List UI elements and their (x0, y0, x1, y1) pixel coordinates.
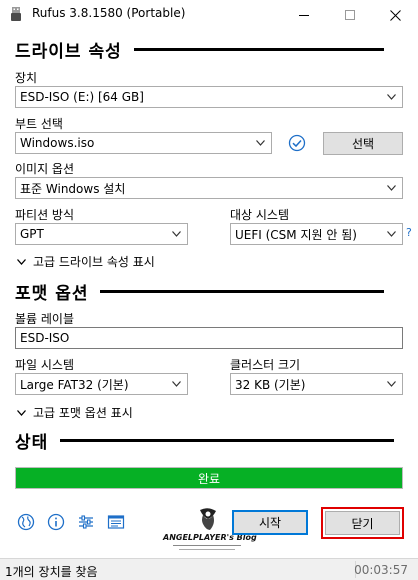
filesystem-value: Large FAT32 (기본) (20, 377, 129, 392)
progress-text: 완료 (197, 471, 221, 486)
maximize-icon (345, 10, 355, 20)
chevron-down-icon (387, 231, 396, 237)
info-icon[interactable] (47, 513, 65, 531)
logo-underline (179, 549, 235, 550)
check-hash-icon[interactable] (288, 134, 306, 152)
target-system-help[interactable]: ? (406, 226, 412, 239)
progress-bar: 완료 (15, 467, 403, 489)
format-section-header: 포맷 옵션 (15, 279, 385, 304)
chevron-down-icon (17, 409, 26, 416)
boot-selection-select[interactable]: Windows.iso (15, 132, 272, 154)
image-option-label: 이미지 옵션 (15, 162, 75, 176)
maximize-button[interactable] (327, 0, 373, 30)
elapsed-time: 00:03:57 (354, 563, 408, 577)
chevron-down-icon (387, 94, 396, 100)
section-divider (133, 47, 384, 51)
target-system-label: 대상 시스템 (230, 208, 290, 222)
status-bar: 1개의 장치를 찾음 00:03:57 (0, 558, 418, 580)
volume-label-label: 볼륨 레이블 (15, 312, 75, 326)
advanced-format-toggle[interactable]: 고급 포맷 옵션 표시 (17, 404, 133, 421)
log-icon[interactable] (107, 513, 125, 531)
advanced-format-label: 고급 포맷 옵션 표시 (33, 406, 133, 420)
select-image-button[interactable]: 선택 (323, 132, 403, 155)
minimize-button[interactable] (281, 0, 327, 30)
close-icon (389, 9, 401, 21)
partition-scheme-label: 파티션 방식 (15, 208, 75, 222)
partition-scheme-select[interactable]: GPT (15, 223, 188, 245)
drive-section-header: 드라이브 속성 (15, 37, 384, 62)
section-title: 포맷 옵션 (15, 283, 89, 304)
section-divider (60, 438, 395, 442)
target-system-select[interactable]: UEFI (CSM 지원 안 됨) (230, 223, 403, 245)
boot-selection-label: 부트 선택 (15, 117, 63, 131)
status-section-header: 상태 (15, 428, 395, 453)
close-window-button[interactable] (372, 0, 418, 30)
device-value: ESD-ISO (E:) [64 GB] (20, 90, 144, 104)
section-divider (100, 289, 385, 293)
volume-label-value: ESD-ISO (20, 331, 70, 345)
select-image-label: 선택 (351, 137, 375, 151)
chevron-down-icon (387, 185, 396, 191)
advanced-drive-toggle[interactable]: 고급 드라이브 속성 표시 (17, 253, 155, 270)
section-title: 상태 (15, 432, 49, 453)
status-message: 1개의 장치를 찾음 (5, 565, 98, 579)
settings-sliders-icon[interactable] (77, 513, 95, 531)
cluster-size-select[interactable]: 32 KB (기본) (230, 373, 403, 395)
usb-drive-icon (11, 7, 21, 21)
chevron-down-icon (172, 381, 181, 387)
chevron-down-icon (387, 381, 396, 387)
image-option-value: 표준 Windows 설치 (20, 181, 126, 196)
start-button[interactable]: 시작 (232, 510, 308, 535)
start-label: 시작 (258, 516, 282, 530)
chevron-down-icon (256, 140, 265, 146)
target-system-value: UEFI (CSM 지원 안 됨) (235, 227, 357, 242)
cluster-size-label: 클러스터 크기 (230, 358, 301, 372)
minimize-icon (299, 14, 309, 16)
chevron-down-icon (17, 258, 26, 265)
cluster-size-value: 32 KB (기본) (235, 377, 306, 392)
image-option-select[interactable]: 표준 Windows 설치 (15, 177, 403, 199)
title-bar: Rufus 3.8.1580 (Portable) (0, 0, 418, 30)
close-button-highlight (321, 507, 404, 539)
advanced-drive-label: 고급 드라이브 속성 표시 (33, 255, 155, 269)
filesystem-select[interactable]: Large FAT32 (기본) (15, 373, 188, 395)
device-select[interactable]: ESD-ISO (E:) [64 GB] (15, 86, 403, 108)
globe-icon[interactable] (17, 513, 35, 531)
chevron-down-icon (172, 231, 181, 237)
angel-logo-icon (200, 508, 216, 530)
logo-underline (173, 545, 241, 546)
volume-label-input[interactable]: ESD-ISO (15, 327, 403, 349)
section-title: 드라이브 속성 (15, 41, 122, 62)
boot-selection-value: Windows.iso (20, 136, 95, 150)
window-title: Rufus 3.8.1580 (Portable) (32, 6, 186, 20)
partition-scheme-value: GPT (20, 227, 44, 241)
device-label: 장치 (15, 71, 38, 85)
filesystem-label: 파일 시스템 (15, 358, 75, 372)
